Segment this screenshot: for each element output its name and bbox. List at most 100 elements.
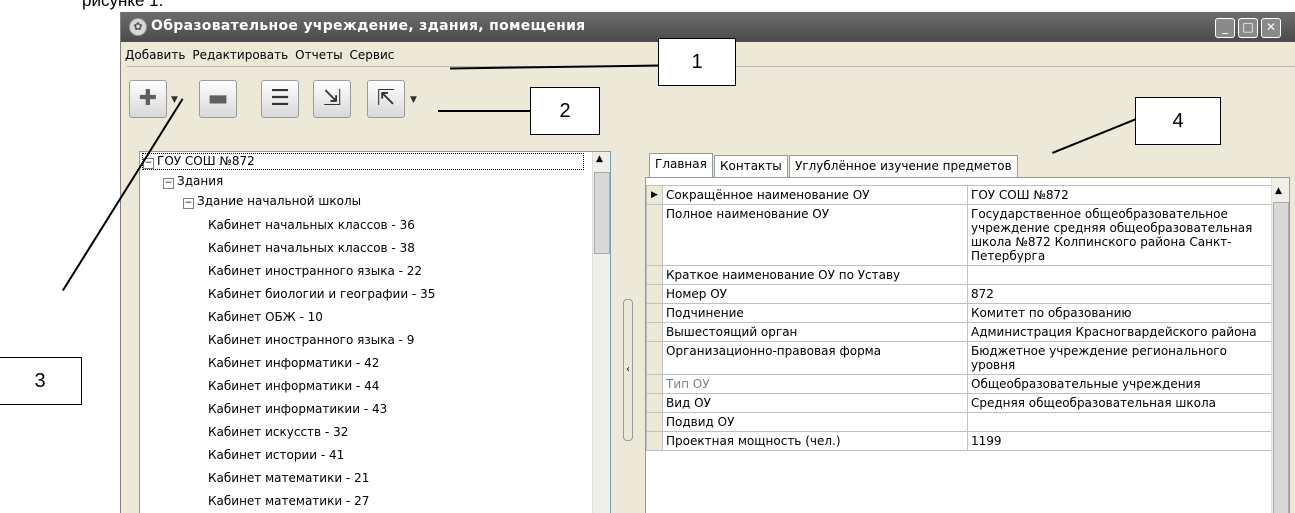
app-icon: ✿ (129, 18, 147, 36)
report-button[interactable]: ☰ (261, 80, 299, 118)
menu-edit[interactable]: Редактировать (188, 44, 291, 62)
tree-node-label: Кабинет начальных классов - 38 (208, 241, 415, 255)
table-row[interactable]: Вышестоящий орган Администрация Красногв… (646, 322, 1276, 342)
property-value[interactable]: Общеобразовательные учреждения (967, 374, 1276, 394)
organization-tree[interactable]: − ГОУ СОШ №872 − Здания − Здание начальной … (139, 151, 611, 513)
tree-node-room[interactable]: Кабинет ОБЖ - 10 (208, 310, 323, 324)
property-value[interactable]: 872 (967, 284, 1276, 304)
property-name: Сокращённое наименование ОУ (662, 185, 968, 205)
remove-button[interactable]: ▬ (199, 80, 237, 118)
tree-scrollbar-thumb[interactable] (594, 172, 610, 254)
tree-node-label: Здания (177, 174, 224, 188)
collapse-icon[interactable]: − (183, 198, 194, 209)
report-icon: ☰ (270, 86, 290, 111)
property-name: Вышестоящий орган (662, 322, 968, 342)
property-value[interactable]: 1199 (967, 431, 1276, 451)
tree-node-room[interactable]: Кабинет иностранного языка - 9 (208, 333, 414, 347)
tree-node-label: Здание начальной школы (197, 194, 362, 208)
table-row[interactable]: Номер ОУ 872 (646, 284, 1276, 304)
tree-node-label: Кабинет начальных классов - 36 (208, 218, 415, 232)
tree-node-room[interactable]: Кабинет начальных классов - 38 (208, 241, 415, 255)
tree-node-room[interactable]: Кабинет биологии и географии - 35 (208, 287, 435, 301)
tree-node-room[interactable]: Кабинет искусств - 32 (208, 425, 348, 439)
tree-scrollbar[interactable]: ▲ (592, 152, 610, 513)
tab-main[interactable]: Главная (649, 153, 713, 180)
table-row[interactable]: ▶ Сокращённое наименование ОУ ГОУ СОШ №8… (646, 185, 1276, 205)
table-row[interactable]: Проектная мощность (чел.) 1199 (646, 431, 1276, 451)
tree-node-label: Кабинет информатики - 44 (208, 379, 380, 393)
property-value[interactable]: Бюджетное учреждение регионального уровн… (967, 341, 1276, 375)
property-name: Подчинение (662, 303, 968, 323)
property-name: Тип ОУ (662, 374, 968, 394)
panel-splitter[interactable]: ‹ (623, 299, 633, 441)
grid-scrollbar[interactable]: ▲ (1271, 178, 1289, 513)
property-value[interactable]: ГОУ СОШ №872 (967, 185, 1276, 205)
property-name: Полное наименование ОУ (662, 204, 968, 266)
collapse-left-arrow-icon[interactable]: ‹ (626, 364, 630, 375)
tree-root-label: ГОУ СОШ №872 (157, 154, 255, 168)
tree-node-label: Кабинет математики - 21 (208, 471, 370, 485)
collapse-icon[interactable]: − (163, 178, 174, 189)
property-value[interactable]: Средняя общеобразовательная школа (967, 393, 1276, 413)
properties-grid: ▶ Сокращённое наименование ОУ ГОУ СОШ №8… (645, 177, 1290, 513)
current-row-indicator-icon: ▶ (646, 185, 663, 205)
tree-node-room[interactable]: Кабинет иностранного языка - 22 (208, 264, 422, 278)
tree-node-room[interactable]: Кабинет информатики - 44 (208, 379, 379, 393)
tree-node-building[interactable]: − Здание начальной школы (183, 194, 361, 209)
property-value[interactable]: Администрация Красногвардейского района (967, 322, 1276, 342)
callout-label-2: 2 (530, 87, 600, 135)
table-row[interactable]: Полное наименование ОУ Государственное о… (646, 204, 1276, 266)
property-value[interactable]: Государственное общеобразовательное учре… (967, 204, 1276, 266)
tree-node-label: Кабинет информатикии - 43 (208, 402, 388, 416)
property-name: Организационно-правовая форма (662, 341, 968, 375)
callout-label-4: 4 (1135, 97, 1221, 145)
property-value[interactable] (967, 265, 1276, 285)
property-name: Подвид ОУ (662, 412, 968, 432)
tree-node-label: Кабинет иностранного языка - 9 (208, 333, 415, 347)
menu-add[interactable]: Добавить (121, 44, 188, 62)
property-name: Краткое наименование ОУ по Уставу (662, 265, 968, 285)
tree-node-label: Кабинет искусств - 32 (208, 425, 349, 439)
scroll-up-arrow-icon[interactable]: ▲ (596, 154, 603, 164)
app-window: ✿ Образовательное учреждение, здания, по… (120, 12, 1295, 513)
callout-label-3: 3 (0, 357, 82, 405)
table-row[interactable]: Подчинение Комитет по образованию (646, 303, 1276, 323)
tree-node-room[interactable]: Кабинет математики - 21 (208, 471, 369, 485)
add-button[interactable]: ✚ (129, 80, 167, 118)
table-row[interactable]: Краткое наименование ОУ по Уставу (646, 265, 1276, 285)
add-dropdown-arrow-icon[interactable]: ▼ (171, 95, 178, 105)
property-value[interactable] (967, 412, 1276, 432)
tree-node-label: Кабинет истории - 41 (208, 448, 345, 462)
table-row[interactable]: Вид ОУ Средняя общеобразовательная школа (646, 393, 1276, 413)
property-name: Номер ОУ (662, 284, 968, 304)
property-name: Вид ОУ (662, 393, 968, 413)
tab-contacts[interactable]: Контакты (714, 155, 788, 179)
tab-advanced-subjects[interactable]: Углублённое изучение предметов (789, 155, 1018, 179)
menu-reports[interactable]: Отчеты (291, 44, 345, 62)
export-button[interactable]: ⇱ (367, 80, 405, 118)
table-row[interactable]: Организационно-правовая форма Бюджетное … (646, 341, 1276, 375)
tree-node-room[interactable]: Кабинет информатикии - 43 (208, 402, 387, 416)
tree-node-room[interactable]: Кабинет истории - 41 (208, 448, 344, 462)
tree-node-room[interactable]: Кабинет информатики - 42 (208, 356, 379, 370)
tree-node-room[interactable]: Кабинет математики - 27 (208, 494, 369, 508)
tree-node-label: Кабинет информатики - 42 (208, 356, 380, 370)
callout-label-1: 1 (658, 38, 736, 86)
scroll-up-arrow-icon[interactable]: ▲ (1275, 186, 1282, 196)
table-row[interactable]: Тип ОУ Общеобразовательные учреждения (646, 374, 1276, 394)
tree-node-buildings[interactable]: − Здания (163, 174, 223, 189)
import-button[interactable]: ⇲ (313, 80, 351, 118)
property-name: Проектная мощность (чел.) (662, 431, 968, 451)
menu-service[interactable]: Сервис (346, 44, 398, 62)
close-button[interactable]: ✕ (1261, 18, 1281, 38)
tree-root-node[interactable]: − ГОУ СОШ №872 (142, 153, 584, 170)
property-value[interactable]: Комитет по образованию (967, 303, 1276, 323)
tree-node-room[interactable]: Кабинет начальных классов - 36 (208, 218, 415, 232)
export-dropdown-arrow-icon[interactable]: ▼ (410, 95, 417, 105)
grid-scrollbar-thumb[interactable] (1273, 202, 1289, 513)
tree-node-label: Кабинет иностранного языка - 22 (208, 264, 423, 278)
table-row[interactable]: Подвид ОУ (646, 412, 1276, 432)
minimize-button[interactable]: _ (1215, 18, 1235, 38)
tree-node-label: Кабинет математики - 27 (208, 494, 370, 508)
maximize-button[interactable]: □ (1238, 18, 1258, 38)
